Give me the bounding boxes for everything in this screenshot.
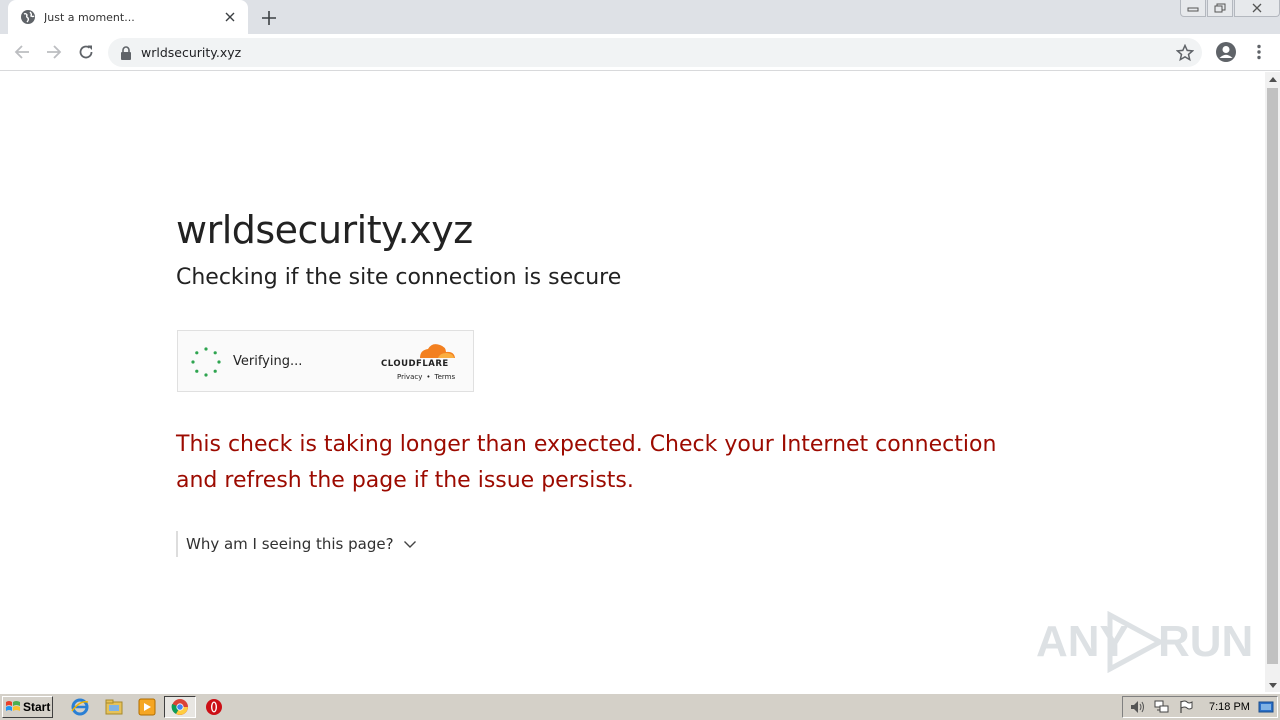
system-tray: 7:18 PM: [1122, 696, 1278, 718]
link-separator: •: [426, 373, 431, 381]
profile-avatar-icon[interactable]: [1215, 41, 1237, 63]
arrow-left-icon: [14, 45, 29, 59]
url-text: wrldsecurity.xyz: [141, 45, 242, 60]
window-controls: [1179, 0, 1280, 18]
start-label: Start: [23, 700, 51, 714]
kebab-menu-icon: [1257, 44, 1261, 60]
watermark-text-right: RUN: [1158, 617, 1254, 666]
timeout-warning: This check is taking longer than expecte…: [176, 432, 997, 493]
opera-icon[interactable]: [204, 697, 224, 717]
chevron-down-icon: [403, 541, 416, 548]
browser-tab[interactable]: Just a moment...: [8, 0, 248, 34]
restore-button[interactable]: [1207, 0, 1233, 17]
page-title: wrldsecurity.xyz: [176, 208, 473, 252]
plus-icon: [262, 11, 276, 25]
windows-logo-icon: [6, 701, 20, 711]
spinner-icon: [191, 347, 221, 377]
new-tab-button[interactable]: [258, 7, 280, 29]
start-button[interactable]: Start: [2, 696, 53, 718]
play-triangle-icon: [1107, 611, 1166, 673]
back-button[interactable]: [10, 40, 34, 64]
arrow-right-icon: [47, 45, 62, 59]
chrome-icon[interactable]: [164, 696, 196, 718]
taskbar-clock[interactable]: 7:18 PM: [1209, 701, 1250, 713]
reload-button[interactable]: [74, 40, 98, 64]
widget-links: Privacy • Terms: [395, 373, 457, 381]
scroll-up-arrow-icon[interactable]: [1265, 72, 1280, 86]
globe-icon: [21, 10, 35, 24]
why-label: Why am I seeing this page?: [186, 535, 394, 553]
tab-close-icon[interactable]: [222, 9, 238, 25]
network-icon[interactable]: [1153, 699, 1171, 715]
tab-strip: Just a moment...: [0, 0, 1280, 34]
close-window-button[interactable]: [1234, 0, 1280, 17]
bookmark-star-icon[interactable]: [1176, 44, 1194, 62]
cloudflare-turnstile-widget[interactable]: Verifying... CLOUDFLARE Privacy • Terms: [177, 330, 474, 392]
minimize-button[interactable]: [1180, 0, 1206, 17]
why-disclosure[interactable]: Why am I seeing this page?: [176, 531, 417, 557]
reload-icon: [79, 45, 93, 59]
explorer-icon[interactable]: [104, 697, 124, 717]
page-viewport: wrldsecurity.xyz Checking if the site co…: [0, 72, 1265, 692]
address-bar[interactable]: wrldsecurity.xyz: [108, 38, 1202, 67]
scrollbar-thumb[interactable]: [1267, 88, 1278, 664]
ie-icon[interactable]: [70, 697, 90, 717]
volume-icon[interactable]: [1129, 699, 1147, 715]
lock-icon: [121, 45, 131, 60]
media-player-icon[interactable]: [137, 697, 157, 717]
action-center-flag-icon[interactable]: [1177, 699, 1195, 715]
vertical-scrollbar[interactable]: [1265, 72, 1280, 692]
terms-link[interactable]: Terms: [435, 373, 456, 381]
scroll-down-arrow-icon[interactable]: [1265, 678, 1280, 692]
tab-title: Just a moment...: [44, 10, 135, 24]
page-subtitle: Checking if the site connection is secur…: [176, 265, 622, 290]
forward-button[interactable]: [42, 40, 66, 64]
privacy-link[interactable]: Privacy: [397, 373, 422, 381]
browser-menu-button[interactable]: [1250, 42, 1268, 62]
cloudflare-wordmark: CLOUDFLARE: [381, 359, 449, 369]
browser-toolbar: wrldsecurity.xyz: [0, 34, 1280, 71]
anyrun-watermark: ANY RUN: [1036, 607, 1253, 677]
windows-taskbar: Start 7:18 PM: [0, 693, 1280, 720]
show-desktop-icon[interactable]: [1258, 700, 1274, 714]
verifying-status: Verifying...: [233, 354, 303, 369]
